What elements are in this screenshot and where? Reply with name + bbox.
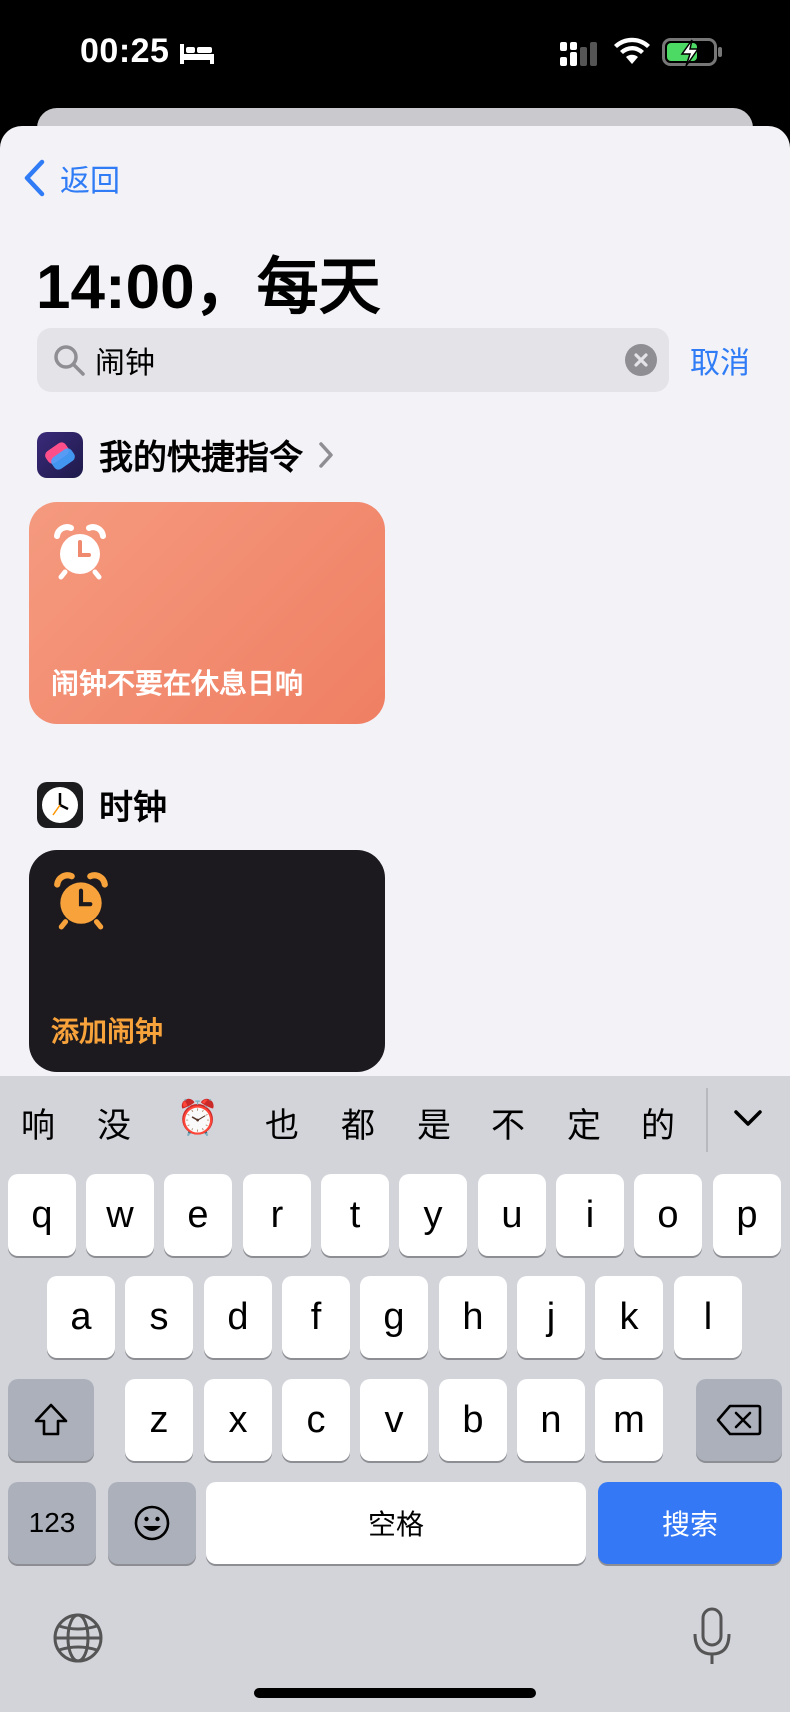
shortcut-tile-label: 闹钟不要在休息日响: [51, 667, 304, 700]
key-f[interactable]: f: [282, 1276, 350, 1358]
clock-app-icon: [37, 781, 83, 828]
candidate-word[interactable]: 也: [252, 1098, 312, 1147]
shift-icon: [34, 1403, 68, 1436]
candidate-word[interactable]: 的: [628, 1098, 688, 1147]
battery-charging-icon: [662, 38, 722, 67]
back-label: 返回: [60, 164, 120, 199]
clock-section-header: 时钟: [37, 780, 167, 829]
key-t[interactable]: t: [321, 1174, 389, 1256]
clear-search-button[interactable]: [625, 344, 657, 376]
key-s[interactable]: s: [125, 1276, 193, 1358]
alarm-clock-icon: [54, 872, 108, 930]
candidate-divider: [706, 1088, 708, 1152]
cancel-button[interactable]: 取消: [690, 338, 750, 382]
key-z[interactable]: z: [125, 1379, 193, 1461]
key-m[interactable]: m: [595, 1379, 663, 1461]
wifi-icon: [614, 37, 650, 64]
back-button[interactable]: 返回: [22, 156, 120, 200]
add-alarm-tile-label: 添加闹钟: [51, 1015, 164, 1048]
key-n[interactable]: n: [517, 1379, 585, 1461]
page-title: 14:00，每天: [36, 253, 381, 322]
home-indicator: [254, 1688, 536, 1698]
shortcuts-app-icon: [37, 431, 83, 478]
candidate-word[interactable]: 没: [84, 1098, 144, 1147]
status-bar: 00:25: [0, 0, 790, 110]
candidate-word[interactable]: ⏰: [168, 1098, 228, 1138]
alarm-clock-icon: [54, 524, 106, 580]
chevron-left-icon: [24, 159, 45, 197]
status-time: 00:25: [80, 32, 170, 70]
key-d[interactable]: d: [204, 1276, 272, 1358]
keyboard: 响 没 ⏰ 也 都 是 不 定 的 q w e r t y u i o p a …: [0, 1076, 790, 1712]
search-bar[interactable]: [37, 328, 669, 392]
key-b[interactable]: b: [439, 1379, 507, 1461]
search-input[interactable]: [95, 328, 595, 392]
key-y[interactable]: y: [399, 1174, 467, 1256]
key-u[interactable]: u: [478, 1174, 546, 1256]
backspace-icon: [716, 1404, 762, 1436]
key-j[interactable]: j: [517, 1276, 585, 1358]
key-h[interactable]: h: [439, 1276, 507, 1358]
sleep-mode-icon: [180, 44, 214, 64]
key-w[interactable]: w: [86, 1174, 154, 1256]
emoji-key[interactable]: [108, 1482, 196, 1564]
candidate-word[interactable]: 不: [478, 1098, 538, 1147]
search-key[interactable]: 搜索: [598, 1482, 782, 1564]
key-a[interactable]: a: [47, 1276, 115, 1358]
add-alarm-tile[interactable]: 添加闹钟: [29, 850, 385, 1072]
numbers-key[interactable]: 123: [8, 1482, 96, 1564]
globe-icon[interactable]: [50, 1610, 106, 1666]
microphone-icon[interactable]: [690, 1606, 734, 1668]
key-i[interactable]: i: [556, 1174, 624, 1256]
key-r[interactable]: r: [243, 1174, 311, 1256]
key-l[interactable]: l: [674, 1276, 742, 1358]
space-key[interactable]: 空格: [206, 1482, 586, 1564]
candidate-word[interactable]: 都: [328, 1098, 388, 1147]
shortcut-tile[interactable]: 闹钟不要在休息日响: [29, 502, 385, 724]
candidate-word[interactable]: 响: [8, 1098, 68, 1147]
emoji-icon: [134, 1505, 170, 1541]
key-p[interactable]: p: [713, 1174, 781, 1256]
key-q[interactable]: q: [8, 1174, 76, 1256]
candidate-bar: 响 没 ⏰ 也 都 是 不 定 的: [0, 1076, 790, 1170]
close-icon: [634, 353, 648, 367]
key-x[interactable]: x: [204, 1379, 272, 1461]
key-c[interactable]: c: [282, 1379, 350, 1461]
clock-section-title: 时钟: [99, 788, 167, 828]
shift-key[interactable]: [8, 1379, 94, 1461]
chevron-right-icon: [319, 441, 333, 468]
key-k[interactable]: k: [595, 1276, 663, 1358]
chevron-down-icon[interactable]: [728, 1098, 768, 1138]
key-e[interactable]: e: [164, 1174, 232, 1256]
search-icon: [54, 345, 85, 376]
key-v[interactable]: v: [360, 1379, 428, 1461]
key-g[interactable]: g: [360, 1276, 428, 1358]
candidate-word[interactable]: 定: [554, 1098, 614, 1147]
cellular-signal-icon: [560, 42, 597, 66]
shortcuts-section-title: 我的快捷指令: [99, 438, 303, 478]
delete-key[interactable]: [696, 1379, 782, 1461]
key-o[interactable]: o: [634, 1174, 702, 1256]
shortcuts-section-header[interactable]: 我的快捷指令: [37, 430, 335, 479]
candidate-word[interactable]: 是: [404, 1098, 464, 1147]
